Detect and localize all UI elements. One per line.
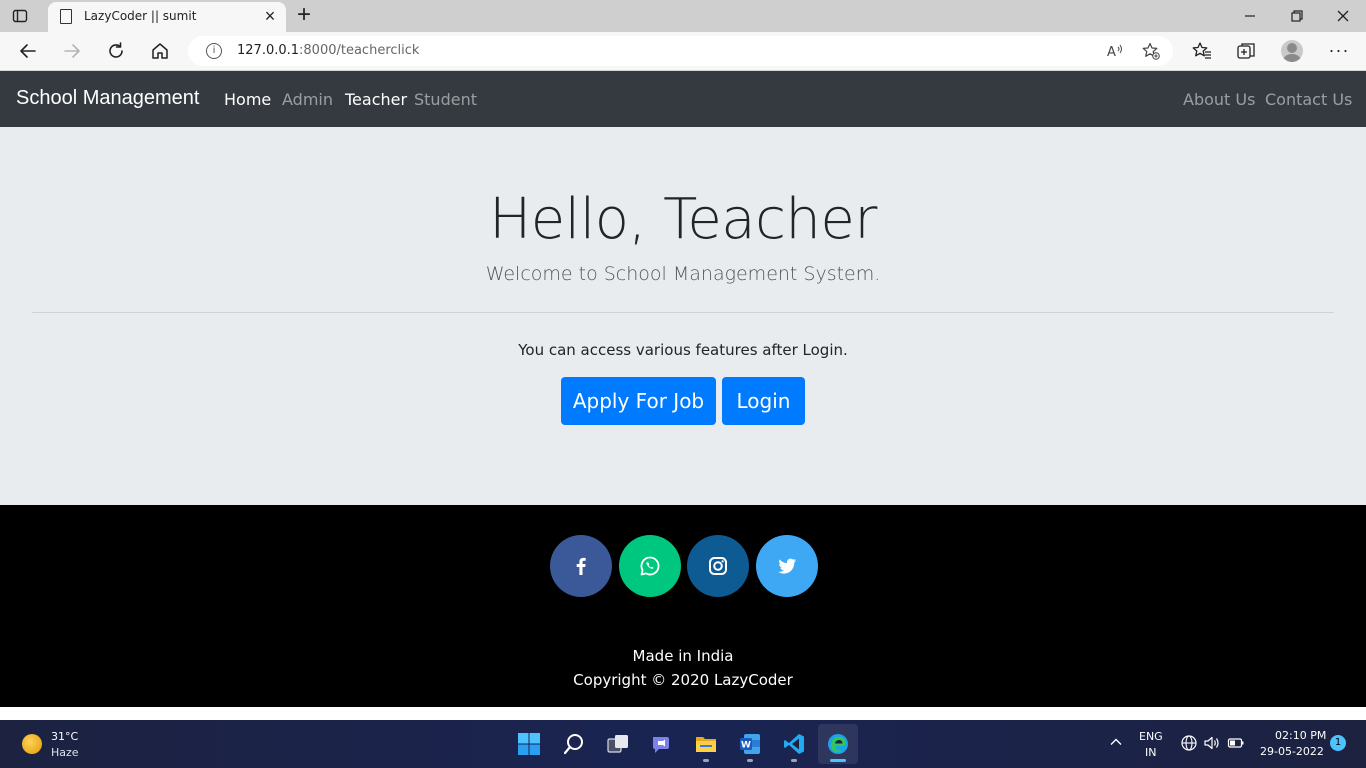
vscode-icon [784, 734, 804, 754]
read-aloud-icon[interactable]: A [1106, 42, 1124, 60]
tab-actions-icon[interactable] [12, 8, 28, 24]
clock-date[interactable]: 29-05-2022 [1260, 745, 1324, 758]
svg-text:W: W [741, 741, 751, 751]
running-indicator [747, 759, 753, 762]
more-options-icon[interactable]: ··· [1328, 40, 1350, 62]
close-tab-icon[interactable]: × [262, 7, 278, 25]
facebook-button[interactable] [550, 535, 612, 597]
hero-subtitle: Welcome to School Management System. [485, 263, 881, 285]
refresh-icon[interactable] [105, 40, 127, 62]
add-favorite-icon[interactable] [1142, 42, 1160, 60]
browser-tab[interactable]: LazyCoder || sumit × [48, 2, 286, 32]
edge-icon [828, 734, 848, 754]
windows-start-icon [518, 733, 540, 755]
login-button[interactable]: Login [722, 377, 805, 425]
taskbar-search[interactable] [554, 724, 594, 764]
tab-title: LazyCoder || sumit [84, 9, 197, 23]
nav-admin[interactable]: Admin [282, 90, 333, 109]
restore-icon[interactable] [1287, 6, 1307, 26]
hero-heading: Hello, Teacher [489, 187, 877, 252]
browser-tab-bar: LazyCoder || sumit × + [0, 0, 1366, 32]
whatsapp-icon [640, 556, 660, 576]
battery-icon[interactable] [1227, 734, 1245, 752]
network-globe-icon[interactable] [1180, 734, 1198, 752]
word-icon: W [740, 734, 760, 754]
windows-taskbar: 31°C Haze W ENG IN 02:10 PM 29-05-2022 1 [0, 720, 1366, 768]
clock-time[interactable]: 02:10 PM [1275, 729, 1326, 742]
twitter-icon [778, 558, 796, 574]
url-text: 127.0.0.1:8000/teacherclick [237, 43, 420, 58]
instagram-button[interactable] [687, 535, 749, 597]
show-hidden-icons-chevron-icon[interactable] [1108, 734, 1124, 750]
brand-logo[interactable]: School Management [16, 87, 199, 110]
back-icon[interactable] [17, 40, 39, 62]
taskbar-task-view[interactable] [598, 724, 638, 764]
collections-icon[interactable] [1235, 40, 1257, 62]
weather-icon[interactable] [22, 734, 42, 754]
taskbar-file-explorer[interactable] [686, 724, 726, 764]
task-view-icon [607, 735, 628, 753]
nav-teacher[interactable]: Teacher [345, 90, 407, 109]
nav-about-us[interactable]: About Us [1183, 90, 1255, 109]
nav-student[interactable]: Student [414, 90, 477, 109]
browser-address-bar: i 127.0.0.1:8000/teacherclick A ··· [0, 32, 1366, 71]
running-indicator [791, 759, 797, 762]
instagram-icon [709, 557, 727, 575]
active-indicator [830, 759, 846, 762]
url-field[interactable]: i 127.0.0.1:8000/teacherclick A [188, 36, 1173, 66]
hero-section: Hello, Teacher Welcome to School Managem… [0, 127, 1366, 505]
weather-description[interactable]: Haze [51, 746, 79, 759]
folder-icon [696, 737, 716, 752]
language-indicator[interactable]: ENG [1139, 730, 1163, 743]
taskbar-vscode[interactable] [774, 724, 814, 764]
new-tab-icon[interactable]: + [292, 3, 316, 27]
site-footer: Made in India Copyright © 2020 LazyCoder [0, 505, 1366, 707]
taskbar-edge[interactable] [818, 724, 858, 764]
volume-icon[interactable] [1203, 734, 1221, 752]
start-button[interactable] [509, 724, 549, 764]
home-icon[interactable] [149, 40, 171, 62]
info-text: You can access various features after Lo… [518, 341, 848, 359]
profile-avatar[interactable] [1281, 40, 1303, 62]
taskbar-teams-chat[interactable] [642, 724, 682, 764]
close-window-icon[interactable] [1333, 6, 1353, 26]
minimize-icon[interactable] [1240, 6, 1260, 26]
nav-contact-us[interactable]: Contact Us [1265, 90, 1352, 109]
site-info-icon[interactable]: i [206, 43, 222, 59]
copyright-text: Copyright © 2020 LazyCoder [573, 671, 793, 689]
divider [32, 312, 1334, 313]
forward-icon[interactable] [61, 40, 83, 62]
weather-temperature[interactable]: 31°C [51, 730, 78, 743]
running-indicator [703, 759, 709, 762]
page-bottom-strip [0, 707, 1366, 720]
svg-text:A: A [1107, 45, 1116, 60]
apply-for-job-button[interactable]: Apply For Job [561, 377, 716, 425]
site-navbar: School Management Home Admin Teacher Stu… [0, 71, 1366, 127]
chat-icon [653, 737, 669, 753]
made-in-text: Made in India [632, 647, 734, 665]
whatsapp-button[interactable] [619, 535, 681, 597]
twitter-button[interactable] [756, 535, 818, 597]
facebook-icon [576, 557, 586, 575]
search-icon [563, 734, 583, 755]
taskbar-word[interactable]: W [730, 724, 770, 764]
nav-home[interactable]: Home [224, 90, 271, 109]
favorites-icon[interactable] [1191, 40, 1213, 62]
page-icon [60, 9, 72, 24]
notification-badge[interactable]: 1 [1330, 735, 1346, 751]
language-region[interactable]: IN [1145, 746, 1156, 759]
